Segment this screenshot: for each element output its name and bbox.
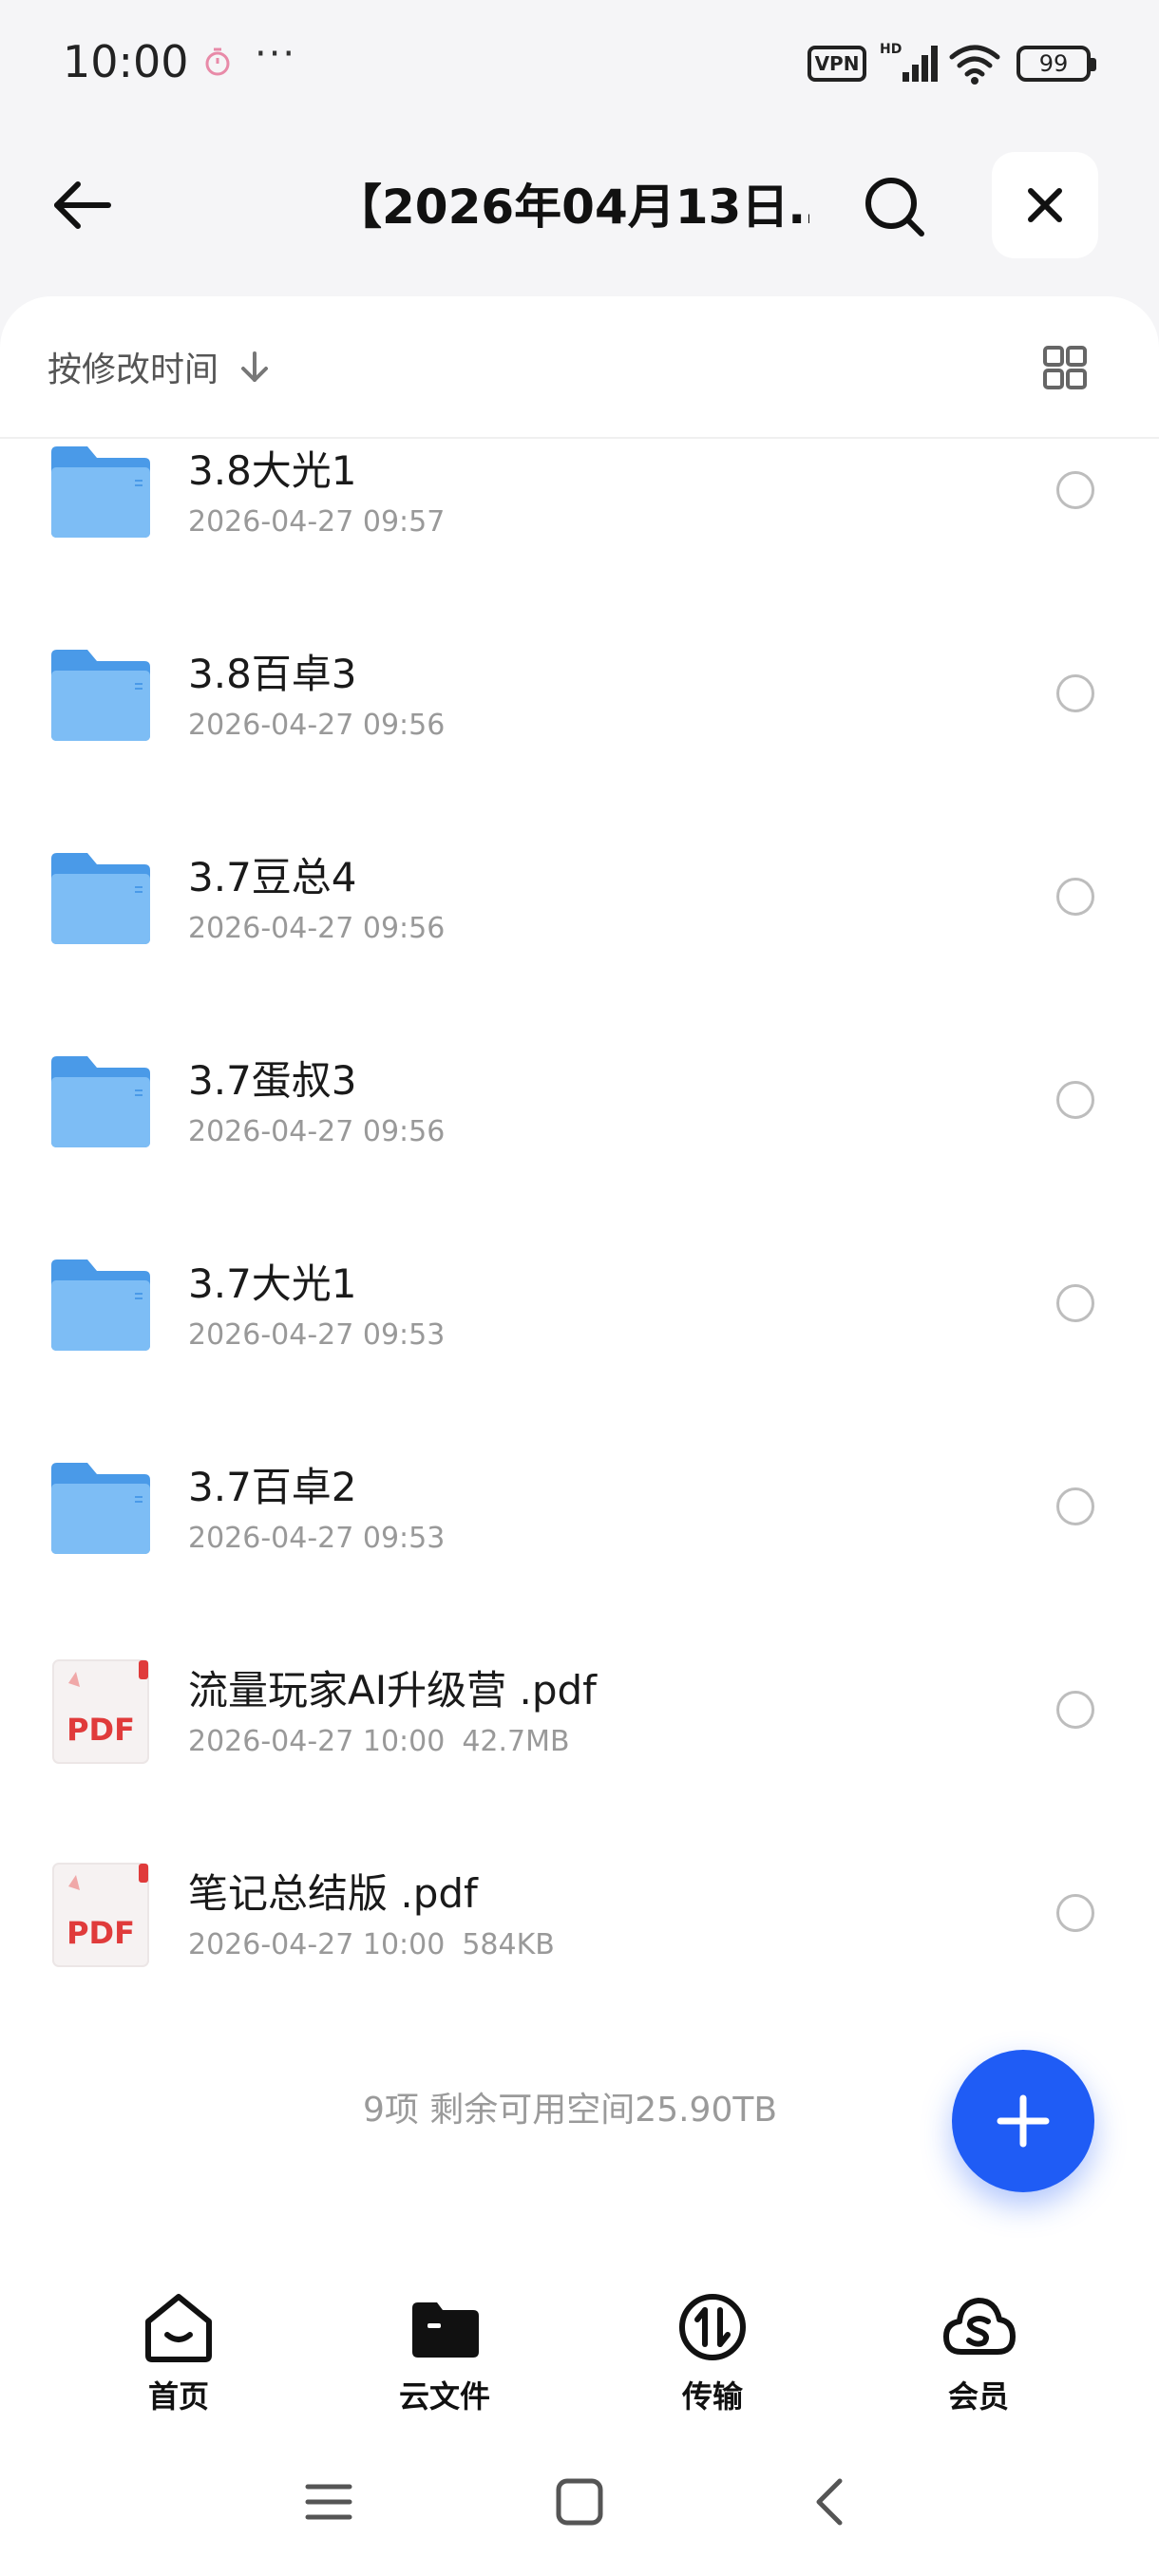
tab-label: 会员 — [947, 2378, 1009, 2415]
file-name: 流量玩家AI升级营 .pdf — [188, 1667, 597, 1714]
status-time: 10:00 — [63, 36, 189, 87]
select-radio[interactable] — [1056, 1894, 1094, 1932]
tab-transfer[interactable]: 传输 — [627, 2289, 798, 2432]
folder-icon — [51, 1056, 150, 1147]
file-row-0[interactable]: 3.8大光1 2026-04-27 09:57 — [0, 437, 1159, 640]
file-row-7[interactable]: PDF 笔记总结版 .pdf 2026-04-27 10:00 584KB — [0, 1860, 1159, 2063]
select-radio[interactable] — [1056, 471, 1094, 509]
tab-label: 传输 — [681, 2378, 743, 2415]
file-meta: 2026-04-27 09:56 — [188, 1115, 445, 1148]
select-radio[interactable] — [1056, 878, 1094, 916]
select-radio[interactable] — [1056, 674, 1094, 712]
folder-icon — [51, 853, 150, 944]
file-name: 3.8百卓3 — [188, 651, 357, 697]
file-size: 42.7MB — [462, 1725, 570, 1758]
file-date: 2026-04-27 10:00 — [188, 1928, 446, 1961]
plus-icon — [997, 2094, 1050, 2148]
file-date: 2026-04-27 09:56 — [188, 1115, 446, 1148]
file-name: 3.7蛋叔3 — [188, 1057, 357, 1104]
sort-button[interactable]: 按修改时间 — [48, 342, 274, 391]
cloud-folder-icon — [412, 2302, 479, 2358]
file-meta: 2026-04-27 09:56 — [188, 912, 445, 945]
folder-icon — [51, 446, 150, 538]
back-icon[interactable] — [802, 2473, 859, 2530]
select-radio[interactable] — [1056, 1284, 1094, 1322]
select-radio[interactable] — [1056, 1081, 1094, 1119]
pdf-badge: PDF — [66, 1915, 135, 1951]
tab-label: 云文件 — [398, 2378, 490, 2415]
wifi-icon — [949, 45, 1000, 85]
file-date: 2026-04-27 10:00 — [188, 1725, 446, 1758]
battery-icon: 99 — [1016, 46, 1096, 82]
file-size: 584KB — [462, 1928, 555, 1961]
system-nav-bar — [0, 2432, 1159, 2576]
file-row-6[interactable]: PDF 流量玩家AI升级营 .pdf 2026-04-27 10:00 42.7M… — [0, 1657, 1159, 1860]
file-meta: 2026-04-27 09:53 — [188, 1522, 445, 1555]
folder-icon — [51, 650, 150, 741]
close-button[interactable] — [992, 152, 1098, 258]
select-radio[interactable] — [1056, 1487, 1094, 1525]
home-icon — [145, 2294, 212, 2362]
file-name: 3.7大光1 — [188, 1260, 357, 1307]
sort-bar: 按修改时间 — [0, 296, 1159, 439]
notification-more: ··· — [255, 32, 297, 76]
arrow-down-icon — [241, 351, 269, 382]
alarm-icon — [205, 47, 230, 76]
signal-icon: HD — [880, 42, 938, 82]
search-icon[interactable] — [861, 173, 929, 241]
file-browser: 按修改时间 3.8大光1 2026-04-27 09:57 3.8百卓3 202… — [0, 296, 1159, 2280]
file-date: 2026-04-27 09:57 — [188, 505, 446, 539]
file-meta: 2026-04-27 09:56 — [188, 709, 445, 742]
menu-icon[interactable] — [300, 2473, 357, 2530]
vpn-badge: VPN — [808, 46, 866, 82]
folder-icon — [51, 1463, 150, 1554]
back-arrow-icon[interactable] — [48, 171, 116, 239]
transfer-icon — [679, 2294, 746, 2360]
home-square-icon[interactable] — [551, 2473, 608, 2530]
file-date: 2026-04-27 09:56 — [188, 709, 446, 742]
page-title: 【2026年04月13日… — [334, 180, 809, 235]
tab-home[interactable]: 首页 — [93, 2289, 264, 2432]
bottom-tab-bar: 首页 云文件 传输 会员 — [0, 2280, 1159, 2432]
grid-view-icon[interactable] — [1041, 344, 1089, 391]
file-meta: 2026-04-27 10:00 584KB — [188, 1928, 555, 1961]
folder-icon — [51, 1260, 150, 1351]
file-row-4[interactable]: 3.7大光1 2026-04-27 09:53 — [0, 1250, 1159, 1453]
pdf-file-icon: PDF — [52, 1863, 149, 1967]
select-radio[interactable] — [1056, 1691, 1094, 1729]
file-date: 2026-04-27 09:53 — [188, 1318, 446, 1352]
file-meta: 2026-04-27 09:57 — [188, 505, 445, 539]
tab-member[interactable]: 会员 — [893, 2289, 1064, 2432]
file-meta: 2026-04-27 10:00 42.7MB — [188, 1725, 570, 1758]
file-row-3[interactable]: 3.7蛋叔3 2026-04-27 09:56 — [0, 1047, 1159, 1250]
member-cloud-icon — [943, 2298, 1016, 2355]
tab-cloud-files[interactable]: 云文件 — [359, 2289, 530, 2432]
svg-text:HD: HD — [880, 42, 902, 57]
file-row-2[interactable]: 3.7豆总4 2026-04-27 09:56 — [0, 843, 1159, 1047]
status-bar: 10:00 ··· VPN HD 99 — [0, 0, 1159, 123]
file-date: 2026-04-27 09:53 — [188, 1522, 446, 1555]
file-meta: 2026-04-27 09:53 — [188, 1318, 445, 1352]
header: 【2026年04月13日… — [0, 133, 1159, 275]
add-button[interactable] — [952, 2050, 1094, 2192]
tab-label: 首页 — [147, 2378, 209, 2415]
file-date: 2026-04-27 09:56 — [188, 912, 446, 945]
file-name: 3.7豆总4 — [188, 854, 357, 900]
file-list: 3.8大光1 2026-04-27 09:57 3.8百卓3 2026-04-2… — [0, 437, 1159, 2063]
file-name: 3.7百卓2 — [188, 1464, 357, 1510]
file-name: 笔记总结版 .pdf — [188, 1870, 478, 1917]
close-icon — [1028, 188, 1062, 222]
sort-label: 按修改时间 — [48, 350, 219, 389]
file-name: 3.8大光1 — [188, 447, 357, 494]
file-row-5[interactable]: 3.7百卓2 2026-04-27 09:53 — [0, 1453, 1159, 1657]
pdf-file-icon: PDF — [52, 1659, 149, 1764]
file-row-1[interactable]: 3.8百卓3 2026-04-27 09:56 — [0, 640, 1159, 843]
pdf-badge: PDF — [66, 1712, 135, 1748]
